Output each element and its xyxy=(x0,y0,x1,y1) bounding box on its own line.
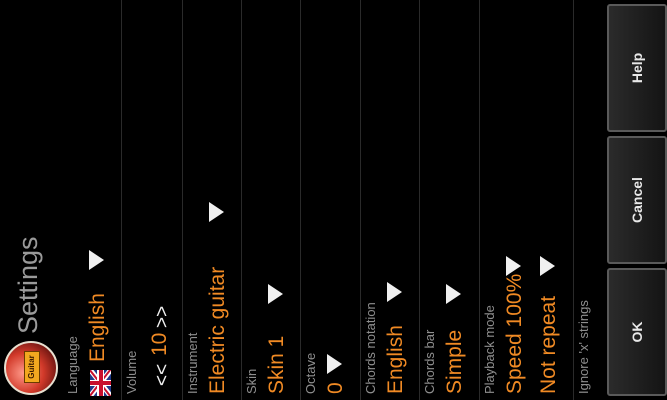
octave-dropdown-icon[interactable] xyxy=(327,354,342,374)
playback-repeat-dropdown-icon[interactable] xyxy=(540,256,555,276)
skin-label: Skin xyxy=(244,368,259,394)
ok-button[interactable]: OK xyxy=(607,268,667,396)
help-button[interactable]: Help xyxy=(607,4,667,132)
skin-dropdown-icon[interactable] xyxy=(268,284,283,304)
app-logo: Guitar xyxy=(4,341,58,395)
volume-increase-button[interactable]: >> xyxy=(152,306,174,328)
volume-label: Volume xyxy=(124,350,139,394)
playback-speed-dropdown-icon[interactable] xyxy=(506,256,521,276)
volume-value: 10 xyxy=(148,332,171,356)
logo-text: Guitar xyxy=(24,351,40,383)
volume-decrease-button[interactable]: << xyxy=(152,364,174,386)
language-dropdown-icon[interactable] xyxy=(89,250,104,270)
octave-value[interactable]: 0 xyxy=(324,382,348,394)
playback-repeat-value[interactable]: Not repeat xyxy=(537,296,561,394)
chords-notation-value[interactable]: English xyxy=(384,325,408,394)
language-label: Language xyxy=(65,336,80,394)
cancel-button[interactable]: Cancel xyxy=(607,136,667,264)
chords-bar-setting[interactable]: Chords bar Simple xyxy=(419,0,480,400)
instrument-value[interactable]: Electric guitar xyxy=(206,267,230,394)
instrument-label: Instrument xyxy=(185,332,200,394)
header: Guitar Settings xyxy=(0,0,62,400)
chords-notation-label: Chords notation xyxy=(363,302,378,394)
octave-setting[interactable]: Octave 0 xyxy=(300,0,361,400)
volume-setting: Volume << 10 >> xyxy=(121,0,183,400)
uk-flag-icon xyxy=(90,370,111,396)
button-bar: OK Cancel Help xyxy=(600,0,667,400)
chords-notation-dropdown-icon[interactable] xyxy=(387,282,402,302)
chords-bar-label: Chords bar xyxy=(422,329,437,394)
chords-notation-setting[interactable]: Chords notation English xyxy=(360,0,420,400)
settings-screen: Guitar Settings Language English Volume … xyxy=(0,0,667,400)
page-title: Settings xyxy=(13,236,43,334)
playback-speed-value[interactable]: Speed 100% xyxy=(503,274,527,394)
language-setting[interactable]: Language English xyxy=(62,0,122,400)
chords-bar-value[interactable]: Simple xyxy=(443,330,467,394)
octave-label: Octave xyxy=(303,352,318,394)
playback-mode-label: Playback mode xyxy=(482,305,497,394)
chords-bar-dropdown-icon[interactable] xyxy=(446,284,461,304)
skin-value[interactable]: Skin 1 xyxy=(265,336,289,394)
skin-setting[interactable]: Skin Skin 1 xyxy=(241,0,301,400)
playback-mode-setting[interactable]: Playback mode Speed 100% Not repeat xyxy=(479,0,574,400)
language-value[interactable]: English xyxy=(86,293,110,362)
ignore-x-strings-label: Ignore 'x' strings xyxy=(576,300,591,394)
instrument-dropdown-icon[interactable] xyxy=(209,202,224,222)
instrument-setting[interactable]: Instrument Electric guitar xyxy=(182,0,242,400)
